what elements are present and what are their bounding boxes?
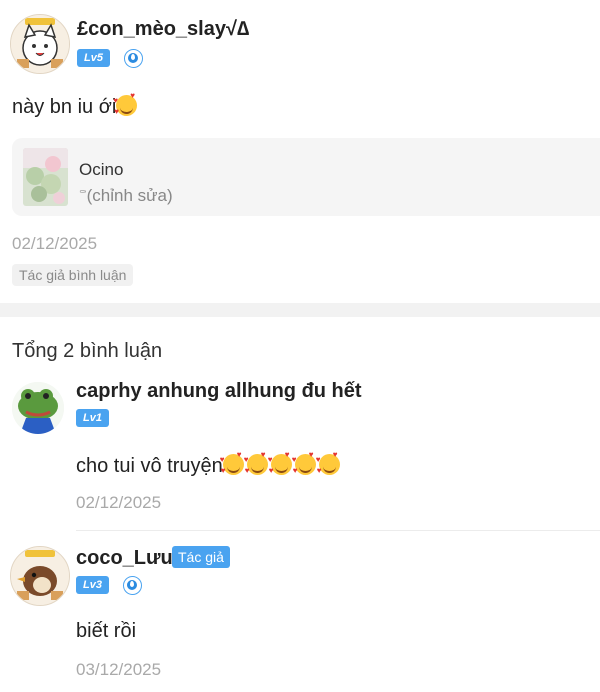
post-text-content: này bn iu ới	[12, 96, 117, 118]
smiling-face-with-hearts-icon: ♥ ♥ ♥	[113, 92, 138, 116]
comment-level-badge: Lv1	[76, 409, 109, 427]
frog-avatar-icon	[12, 382, 64, 434]
cat-avatar-icon	[11, 15, 69, 73]
comment-separator	[76, 530, 600, 531]
comment-text: biết rồi	[76, 620, 137, 642]
story-subtitle-text: (chỉnh sửa)	[86, 186, 173, 205]
comment-text: cho tui vô truyện ♥ ♥ ♥ ♥ ♥ ♥ ♥ ♥ ♥ ♥ ♥ ♥ ♥ ♥ ♥	[76, 451, 343, 478]
smiling-face-with-hearts-icon: ♥ ♥ ♥	[244, 451, 268, 475]
comment-author-name[interactable]: coco_Lưu	[76, 547, 173, 570]
post-author-avatar[interactable]	[10, 14, 70, 74]
comment-text-content: cho tui vô truyện	[76, 455, 223, 477]
smiling-face-with-hearts-icon: ♥ ♥ ♥	[220, 451, 244, 475]
comment-level-badge: Lv3	[76, 576, 109, 594]
story-cover-thumbnail	[23, 148, 68, 206]
section-divider	[0, 303, 600, 317]
story-subtitle: ⚰(chỉnh sửa)	[79, 186, 173, 206]
verified-badge-icon	[123, 576, 142, 595]
smiling-face-with-hearts-icon: ♥ ♥ ♥	[292, 451, 316, 475]
verified-badge-icon	[124, 49, 143, 68]
comments-count-header: Tổng 2 bình luận	[12, 340, 163, 362]
bird-avatar-icon	[11, 547, 69, 605]
post-level-badge: Lv5	[77, 49, 110, 67]
author-comment-tag: Tác giả bình luận	[12, 264, 134, 286]
author-badge: Tác giả	[172, 546, 230, 568]
smiling-face-with-hearts-icon: ♥ ♥ ♥	[268, 451, 292, 475]
smiling-face-with-hearts-icon: ♥ ♥ ♥	[316, 451, 340, 475]
story-title: Ocino	[79, 160, 124, 179]
comment-author-avatar[interactable]	[10, 546, 70, 606]
post-author-name[interactable]: £con_mèo_slay√∆	[77, 18, 249, 41]
post-date: 02/12/2025	[12, 234, 98, 253]
comment-author-avatar[interactable]	[12, 382, 64, 434]
comment-author-name[interactable]: caprhy anhung allhung đu hết	[76, 380, 362, 403]
linked-story-card[interactable]: Ocino ⚰(chỉnh sửa)	[12, 138, 600, 216]
comment-date: 02/12/2025	[76, 493, 162, 512]
comment-date: 03/12/2025	[76, 660, 162, 679]
post-text: này bn iu ới ♥ ♥ ♥	[12, 92, 140, 119]
cross-ribbon-icon: ⚰	[79, 187, 87, 197]
